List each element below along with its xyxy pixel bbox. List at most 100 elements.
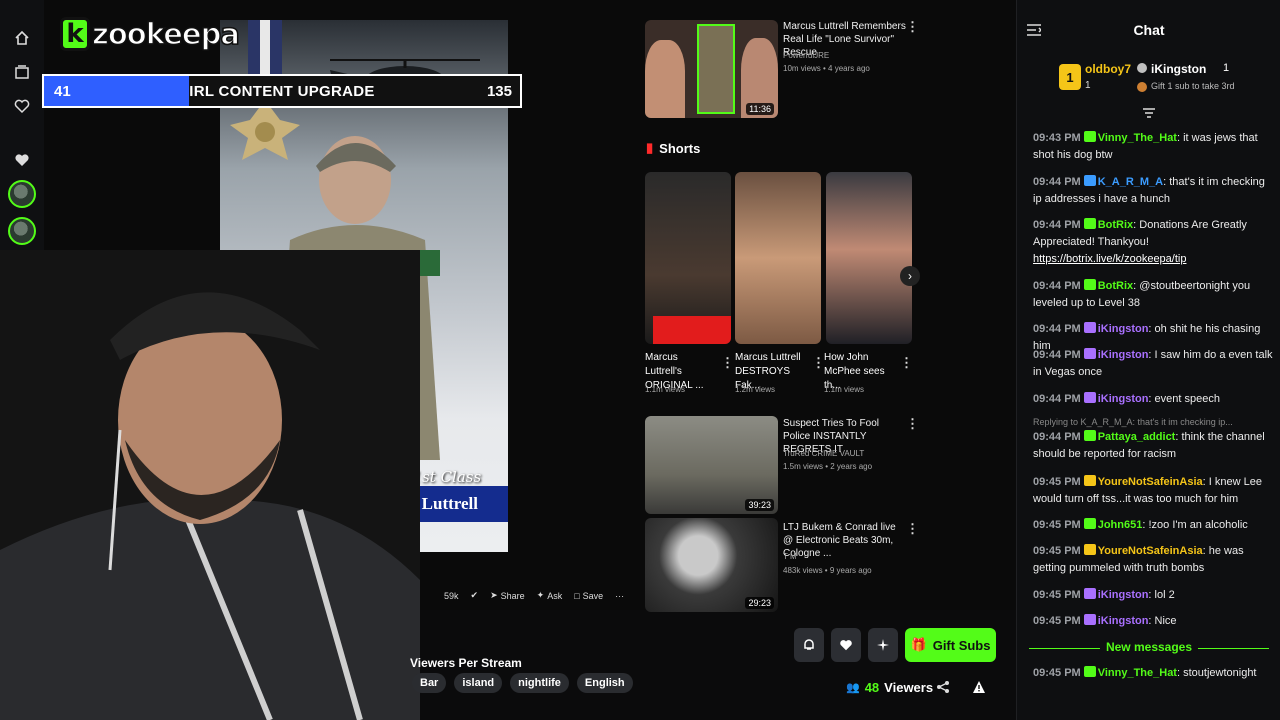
expand-leaderboard-icon[interactable] bbox=[1143, 105, 1155, 118]
save-label: Save bbox=[582, 590, 604, 601]
user-badge-icon bbox=[1083, 430, 1096, 441]
chat-message: 09:45 PM YoureNotSafeinAsia: I knew Lee w… bbox=[1033, 474, 1273, 508]
leaderboard-second-name[interactable]: iKingston bbox=[1151, 62, 1206, 76]
more-options-icon[interactable]: ⋮ bbox=[812, 356, 825, 369]
dislike-icon[interactable]: ✔ bbox=[471, 590, 479, 601]
message-link[interactable]: https://botrix.live/k/zookeepa/tip bbox=[1033, 253, 1186, 265]
rank-two-badge-icon bbox=[1137, 63, 1147, 73]
shorts-next-arrow-icon[interactable]: › bbox=[900, 266, 920, 286]
message-username[interactable]: iKingston bbox=[1098, 323, 1149, 335]
leaderboard-second-count: 1 bbox=[1223, 62, 1230, 74]
report-warning-icon[interactable] bbox=[972, 680, 986, 694]
gift-subs-button[interactable]: 🎁 Gift Subs bbox=[905, 628, 996, 662]
chat-message: 09:45 PM YoureNotSafeinAsia: he was getti… bbox=[1033, 543, 1273, 577]
message-timestamp: 09:44 PM bbox=[1033, 393, 1081, 405]
video-duration: 29:23 bbox=[745, 597, 774, 609]
notification-bell-button[interactable] bbox=[794, 628, 824, 662]
chat-message: 09:45 PM iKingston: Nice bbox=[1033, 613, 1273, 630]
message-username[interactable]: iKingston bbox=[1098, 589, 1149, 601]
message-username[interactable]: Vinny_The_Hat bbox=[1098, 667, 1177, 679]
message-username[interactable]: iKingston bbox=[1098, 349, 1149, 361]
video-thumbnail[interactable]: 29:23 bbox=[645, 518, 778, 612]
message-timestamp: 09:45 PM bbox=[1033, 589, 1081, 601]
message-timestamp: 09:44 PM bbox=[1033, 280, 1081, 292]
new-messages-divider[interactable]: New messages bbox=[1029, 640, 1269, 656]
more-options-icon[interactable]: ⋮ bbox=[721, 356, 734, 369]
chat-message: 09:43 PM Vinny_The_Hat: it was jews that … bbox=[1033, 130, 1273, 164]
user-badge-icon bbox=[1083, 348, 1096, 359]
message-timestamp: 09:44 PM bbox=[1033, 323, 1081, 335]
user-badge-icon bbox=[1083, 544, 1096, 555]
follow-button[interactable] bbox=[831, 628, 861, 662]
youtube-action-row: 59k ✔ ➤ Share ✦ Ask □ Save ··· bbox=[444, 590, 624, 601]
message-timestamp: 09:45 PM bbox=[1033, 476, 1081, 488]
video-duration: 11:36 bbox=[746, 103, 774, 115]
sub-goal-bar: 41 IRL CONTENT UPGRADE 135 bbox=[42, 74, 522, 108]
like-button[interactable]: 59k bbox=[444, 591, 459, 601]
short-views: 1.1m views bbox=[824, 385, 865, 394]
chat-message: 09:45 PM Vinny_The_Hat: stoutjewtonight bbox=[1033, 665, 1273, 682]
home-icon[interactable] bbox=[12, 28, 32, 48]
message-username[interactable]: Vinny_The_Hat bbox=[1098, 132, 1177, 144]
leaderboard-prompt: Gift 1 sub to take 3rd bbox=[1151, 81, 1235, 91]
viewer-count-label: Viewers bbox=[884, 680, 934, 695]
more-options-icon[interactable]: ⋮ bbox=[906, 417, 919, 430]
following-heart-icon[interactable] bbox=[12, 96, 32, 116]
message-username[interactable]: Pattaya_addict bbox=[1098, 431, 1176, 443]
exposed-banner bbox=[653, 316, 731, 344]
message-text: event speech bbox=[1154, 393, 1220, 405]
stream-tag[interactable]: Bar bbox=[412, 673, 447, 693]
stream-tag[interactable]: island bbox=[454, 673, 503, 693]
chat-message: 09:44 PM BotRix: Donations Are Greatly Ap… bbox=[1033, 217, 1273, 268]
share-button[interactable]: ➤ Share bbox=[490, 590, 525, 601]
video-thumbnail[interactable]: 11:36 bbox=[645, 20, 778, 118]
message-timestamp: 09:45 PM bbox=[1033, 615, 1081, 627]
video-duration: 39:23 bbox=[745, 499, 774, 511]
sparkle-icon bbox=[877, 639, 889, 651]
message-username[interactable]: iKingston bbox=[1098, 393, 1149, 405]
chat-title: Chat bbox=[1133, 22, 1165, 38]
stream-tag[interactable]: nightlife bbox=[510, 673, 569, 693]
more-options-icon[interactable]: ⋮ bbox=[900, 356, 913, 369]
message-username[interactable]: BotRix bbox=[1098, 219, 1133, 231]
save-button[interactable]: □ Save bbox=[574, 591, 603, 601]
channel-logo-text: zookeepa bbox=[91, 16, 240, 52]
followed-channel-avatar[interactable] bbox=[8, 180, 36, 208]
sub-goal-label: IRL CONTENT UPGRADE bbox=[189, 83, 375, 100]
leaderboard-first-name[interactable]: oldboy7 bbox=[1085, 62, 1131, 76]
short-views: 1.1m views bbox=[645, 385, 686, 394]
message-text: Nice bbox=[1154, 615, 1177, 627]
followed-heart-icon bbox=[12, 150, 32, 170]
message-username[interactable]: iKingston bbox=[1098, 615, 1149, 627]
short-thumbnail[interactable] bbox=[735, 172, 821, 344]
kick-stream-page: Petty Officer 1st Class Marcus Luttrell … bbox=[0, 0, 1280, 720]
soldier-thumbnail-image bbox=[697, 24, 735, 114]
message-username[interactable]: BotRix bbox=[1098, 280, 1133, 292]
channel-logo: k zookeepa bbox=[60, 14, 242, 54]
stream-tag[interactable]: English bbox=[576, 673, 633, 693]
message-text: lol 2 bbox=[1154, 589, 1175, 601]
video-title[interactable]: LTJ Bukem & Conrad live @ Electronic Bea… bbox=[783, 521, 907, 560]
browse-icon[interactable] bbox=[12, 62, 32, 82]
more-options-icon[interactable]: ⋮ bbox=[906, 522, 919, 535]
message-username[interactable]: YoureNotSafeinAsia bbox=[1098, 545, 1203, 557]
short-thumbnail[interactable] bbox=[645, 172, 731, 344]
ask-button[interactable]: ✦ Ask bbox=[537, 590, 563, 601]
rank-one-badge-icon: 1 bbox=[1059, 64, 1081, 90]
video-thumbnail[interactable]: 39:23 bbox=[645, 416, 778, 514]
reply-reference[interactable]: Replying to K_A_R_M_A: that's it im chec… bbox=[1033, 416, 1273, 429]
message-username[interactable]: YoureNotSafeinAsia bbox=[1098, 476, 1203, 488]
viewer-count: 👥 48 Viewers bbox=[846, 680, 933, 695]
message-timestamp: 09:45 PM bbox=[1033, 667, 1081, 679]
clip-button[interactable] bbox=[868, 628, 898, 662]
more-options-icon[interactable]: ··· bbox=[615, 591, 624, 601]
user-badge-icon bbox=[1083, 614, 1096, 625]
followed-channel-avatar[interactable] bbox=[8, 217, 36, 245]
more-options-icon[interactable]: ⋮ bbox=[906, 20, 919, 33]
user-badge-icon bbox=[1083, 218, 1096, 229]
short-thumbnail[interactable] bbox=[826, 172, 912, 344]
stream-tags: Bar island nightlife English bbox=[396, 673, 633, 693]
message-username[interactable]: John651 bbox=[1098, 519, 1143, 531]
message-username[interactable]: K_A_R_M_A bbox=[1098, 176, 1163, 188]
share-icon[interactable] bbox=[936, 680, 950, 694]
